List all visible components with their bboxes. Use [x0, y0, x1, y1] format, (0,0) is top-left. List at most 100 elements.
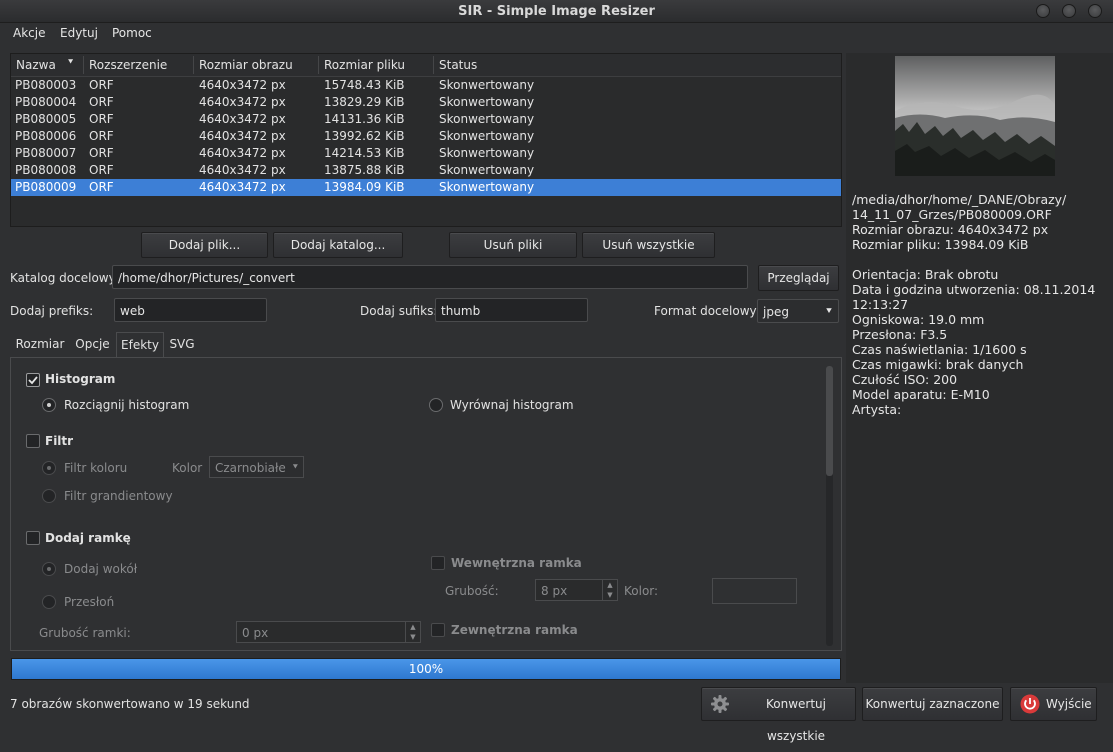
title-bar: SIR - Simple Image Resizer: [0, 0, 1113, 23]
table-cell: Skonwertowany: [439, 78, 535, 92]
table-row[interactable]: PB080008 ORF 4640x3472 px 13875.88 KiB Skonw…: [11, 162, 841, 179]
color-filter-radio[interactable]: [42, 461, 56, 475]
maximize-button[interactable]: [1062, 4, 1076, 18]
file-table[interactable]: Nazwa ⯆ Rozszerzenie Rozmiar obrazu Rozm…: [10, 53, 842, 227]
tab-opcje-label: Opcje: [75, 337, 110, 351]
table-cell: 4640x3472 px: [199, 180, 286, 194]
gear-icon: [710, 694, 730, 714]
table-cell: PB080005: [15, 112, 77, 126]
info-line: 14_11_07_Grzes/PB080009.ORF: [852, 207, 1052, 222]
inner-frame-checkbox[interactable]: [431, 556, 445, 570]
exit-label: Wyjście: [1046, 697, 1092, 711]
browse-button[interactable]: Przeglądaj: [758, 265, 839, 291]
table-header: Nazwa ⯆ Rozszerzenie Rozmiar obrazu Rozm…: [11, 54, 841, 77]
spin-arrows-icon[interactable]: ▲ ▼: [405, 622, 420, 642]
tab-svg-label: SVG: [169, 337, 195, 351]
filter-label: Filtr: [45, 434, 74, 448]
minimize-button[interactable]: [1036, 4, 1050, 18]
table-row[interactable]: PB080005 ORF 4640x3472 px 14131.36 KiB Skonw…: [11, 111, 841, 128]
landscape-thumbnail-icon: [895, 56, 1055, 176]
info-line: Data i godzina utworzenia: 08.11.2014: [852, 282, 1096, 297]
column-header-name[interactable]: Nazwa: [16, 58, 56, 72]
menu-akcje[interactable]: Akcje: [13, 26, 45, 40]
table-cell: PB080003: [15, 78, 77, 92]
info-line: Czas naświetlania: 1/1600 s: [852, 342, 1027, 357]
add-directory-button[interactable]: Dodaj katalog...: [273, 232, 403, 258]
table-cell: ORF: [89, 78, 114, 92]
remove-all-button[interactable]: Usuń wszystkie: [582, 232, 715, 258]
column-header-file-size[interactable]: Rozmiar pliku: [324, 58, 405, 72]
column-header-status[interactable]: Status: [439, 58, 477, 72]
table-cell: 4640x3472 px: [199, 112, 286, 126]
close-button[interactable]: [1088, 4, 1102, 18]
table-cell: ORF: [89, 146, 114, 160]
table-row[interactable]: PB080004 ORF 4640x3472 px 13829.29 KiB Skonw…: [11, 94, 841, 111]
table-cell: 13829.29 KiB: [324, 95, 405, 109]
outer-frame-checkbox[interactable]: [431, 623, 445, 637]
table-cell: ORF: [89, 129, 114, 143]
menu-bar: Akcje Edytuj Pomoc: [0, 22, 1113, 44]
equalize-histogram-label: Wyrównaj histogram: [450, 398, 574, 412]
sort-desc-icon: ⯆: [67, 58, 75, 68]
tab-rozmiar[interactable]: Rozmiar: [12, 332, 68, 357]
remove-files-button[interactable]: Usuń pliki: [449, 232, 577, 258]
menu-edytuj[interactable]: Edytuj: [60, 26, 98, 40]
tab-svg[interactable]: SVG: [165, 332, 199, 357]
table-cell: Skonwertowany: [439, 129, 535, 143]
table-cell: ORF: [89, 180, 114, 194]
add-around-radio[interactable]: [42, 562, 56, 576]
tab-rozmiar-label: Rozmiar: [15, 337, 65, 351]
inner-color-swatch[interactable]: [712, 578, 797, 604]
tab-opcje[interactable]: Opcje: [71, 332, 114, 357]
target-dir-label: Katalog docelowy:: [10, 271, 119, 285]
thickness-value: 8 px: [541, 584, 568, 598]
convert-all-button[interactable]: Konwertuj wszystkie: [701, 687, 856, 743]
table-row[interactable]: PB080007 ORF 4640x3472 px 14214.53 KiB Skonw…: [11, 145, 841, 162]
format-value: jpeg: [763, 305, 789, 319]
table-cell: Skonwertowany: [439, 95, 535, 109]
exit-button[interactable]: Wyjście: [1010, 687, 1097, 721]
spin-arrows-icon[interactable]: ▲ ▼: [602, 580, 617, 600]
format-select[interactable]: jpeg ⯆: [757, 299, 839, 323]
format-label: Format docelowy:: [654, 304, 760, 318]
info-line: 12:13:27: [852, 297, 909, 312]
frame-thickness-label: Grubość ramki:: [39, 626, 131, 640]
table-cell: 4640x3472 px: [199, 95, 286, 109]
gradient-filter-radio[interactable]: [42, 489, 56, 503]
frame-thickness-spinbox[interactable]: 0 px ▲ ▼: [236, 621, 421, 643]
stretch-histogram-radio[interactable]: [42, 398, 56, 412]
table-cell: PB080004: [15, 95, 77, 109]
column-header-extension[interactable]: Rozszerzenie: [89, 58, 167, 72]
table-row[interactable]: PB080009 ORF 4640x3472 px 13984.09 KiB Skonw…: [11, 179, 841, 196]
scrollbar-thumb[interactable]: [826, 366, 833, 476]
target-dir-input[interactable]: /home/dhor/Pictures/_convert: [112, 265, 748, 289]
filter-checkbox[interactable]: [26, 434, 40, 448]
add-frame-label: Dodaj ramkę: [45, 531, 131, 545]
color-select[interactable]: Czarnobiałe ⯆: [209, 456, 304, 478]
browse-label: Przeglądaj: [767, 271, 830, 285]
add-file-button[interactable]: Dodaj plik...: [141, 232, 268, 258]
equalize-histogram-radio[interactable]: [429, 398, 443, 412]
column-header-image-size[interactable]: Rozmiar obrazu: [199, 58, 293, 72]
info-line: Czas migawki: brak danych: [852, 357, 1024, 372]
suffix-input[interactable]: thumb: [435, 298, 588, 322]
info-line: /media/dhor/home/_DANE/Obrazy/: [852, 192, 1067, 207]
vertical-scrollbar[interactable]: [826, 366, 833, 646]
table-row[interactable]: PB080006 ORF 4640x3472 px 13992.62 KiB Skonw…: [11, 128, 841, 145]
add-frame-checkbox[interactable]: [26, 531, 40, 545]
tab-efekty[interactable]: Efekty: [116, 332, 164, 358]
thickness-spinbox[interactable]: 8 px ▲ ▼: [535, 579, 618, 601]
info-line: Rozmiar pliku: 13984.09 KiB: [852, 237, 1029, 252]
thickness-label: Grubość:: [445, 584, 499, 598]
menu-pomoc[interactable]: Pomoc: [112, 26, 152, 40]
status-text: 7 obrazów skonwertowano w 19 sekund: [10, 697, 250, 711]
prefix-input[interactable]: web: [114, 298, 267, 322]
table-cell: ORF: [89, 163, 114, 177]
power-icon: [1020, 694, 1040, 714]
histogram-checkbox[interactable]: [26, 373, 40, 387]
table-cell: 4640x3472 px: [199, 129, 286, 143]
table-row[interactable]: PB080003 ORF 4640x3472 px 15748.43 KiB Skonw…: [11, 77, 841, 94]
convert-selected-label: Konwertuj zaznaczone: [865, 697, 1000, 711]
overlay-radio[interactable]: [42, 595, 56, 609]
convert-selected-button[interactable]: Konwertuj zaznaczone: [862, 687, 1003, 721]
